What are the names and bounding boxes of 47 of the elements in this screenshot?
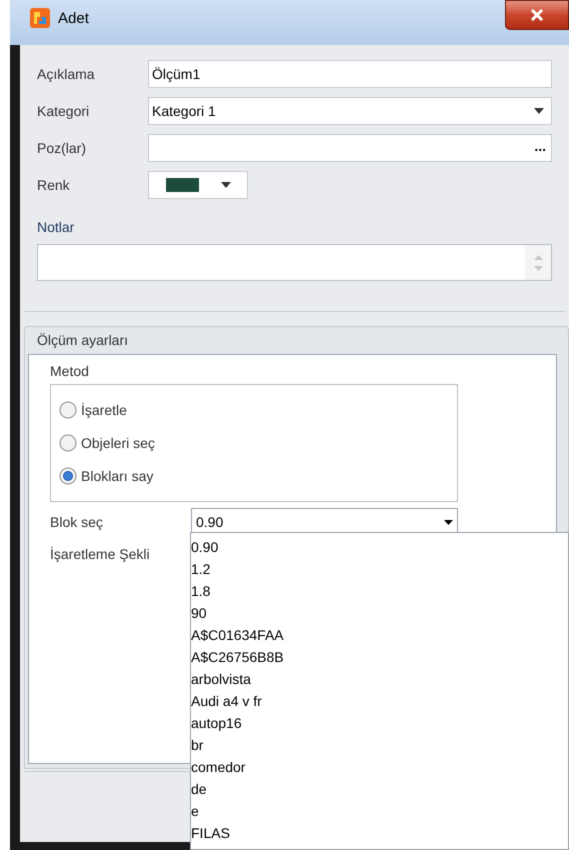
browse-button[interactable]: ... [534,139,546,157]
dropdown-item[interactable]: e [191,800,199,822]
field-value: Ölçüm1 [152,64,200,84]
dropdown-item[interactable]: br [191,734,204,756]
radio-label: Blokları say [81,466,154,486]
dropdown-item[interactable]: arbolvista [191,668,251,690]
dropdown-arrow-icon [444,520,453,524]
close-button[interactable] [505,0,569,30]
dropdown-item[interactable]: 90 [191,602,207,624]
dropdown-item[interactable]: de [191,778,207,800]
method-label: Metod [50,362,90,381]
notes-label: Notlar [37,218,76,237]
dropdown-item[interactable]: Audi a4 v fr [191,690,262,712]
dropdown-item[interactable]: autop16 [191,712,242,734]
dropdown-item[interactable]: A$C01634FAA [191,624,284,646]
radio-button[interactable] [59,434,77,452]
dropdown-arrow-icon [220,182,230,188]
field-label: Renk [37,176,71,194]
block-value: 0.90 [196,512,224,532]
radio-button[interactable] [59,467,77,485]
text-field[interactable]: ... [148,134,552,162]
close-icon [530,9,544,21]
color-picker[interactable] [148,171,248,199]
dropdown-arrow-icon [534,108,544,114]
radio-label: İşaretle [81,400,127,420]
radio-label: Objeleri seç [81,434,155,453]
combo-field[interactable]: Kategori 1 [148,97,552,125]
field-label: Açıklama [37,64,96,84]
window-title: Adet [58,9,89,29]
dropdown-item[interactable]: 1.2 [191,558,210,580]
dropdown-item[interactable]: 0.90 [191,536,218,558]
panel-title: Ölçüm ayarları [36,331,130,350]
dropdown-item[interactable]: FILAS [191,822,230,844]
app-logo-icon [30,8,50,28]
field-label: Poz(lar) [37,138,88,158]
text-field[interactable]: Ölçüm1 [148,60,552,88]
field-value: Kategori 1 [152,102,216,121]
marking-label: İşaretleme Şekli [50,545,150,564]
block-label: Blok seç [50,512,104,532]
dropdown-item[interactable]: A$C26756B8B [191,646,284,668]
scroll-up-icon [534,254,542,260]
field-label: Kategori [37,102,90,121]
dropdown-item[interactable]: comedor [191,756,246,778]
dropdown-item[interactable]: 1.8 [191,580,210,602]
notes-field[interactable] [37,244,552,281]
scroll-down-icon [534,266,542,270]
radio-button[interactable] [59,401,77,419]
